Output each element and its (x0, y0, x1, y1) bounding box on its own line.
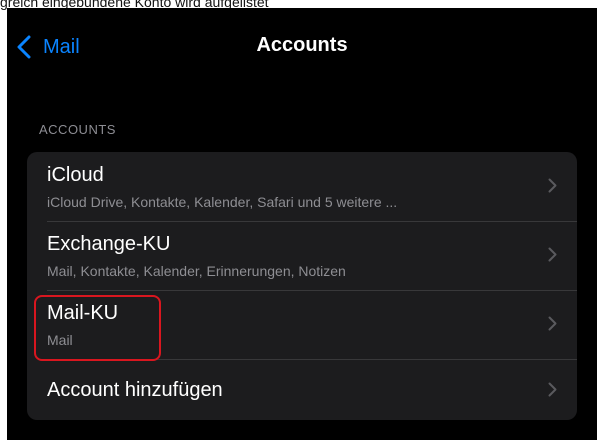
chevron-right-icon (548, 178, 557, 193)
settings-screen: Mail Accounts ACCOUNTS iCloud iCloud Dri… (7, 8, 597, 440)
account-row-icloud[interactable]: iCloud iCloud Drive, Kontakte, Kalender,… (27, 152, 577, 221)
page-title: Accounts (256, 34, 348, 56)
accounts-list: iCloud iCloud Drive, Kontakte, Kalender,… (27, 152, 577, 420)
chevron-right-icon (548, 382, 557, 397)
chevron-right-icon (548, 316, 557, 331)
account-subtitle: Mail, Kontakte, Kalender, Erinnerungen, … (47, 263, 346, 279)
section-header-accounts: ACCOUNTS (39, 122, 116, 137)
account-row-exchange-ku[interactable]: Exchange-KU Mail, Kontakte, Kalender, Er… (27, 221, 577, 290)
account-title: iCloud (47, 164, 104, 186)
chevron-right-icon (548, 247, 557, 262)
account-subtitle: iCloud Drive, Kontakte, Kalender, Safari… (47, 194, 398, 210)
account-title: Mail-KU (47, 302, 119, 324)
navigation-bar: Mail Accounts (7, 8, 597, 78)
account-title: Exchange-KU (47, 233, 171, 255)
account-subtitle: Mail (47, 332, 73, 348)
add-account-row[interactable]: Account hinzufügen (27, 359, 577, 420)
add-account-label: Account hinzufügen (47, 379, 223, 401)
account-row-mail-ku[interactable]: Mail-KU Mail (27, 290, 577, 359)
